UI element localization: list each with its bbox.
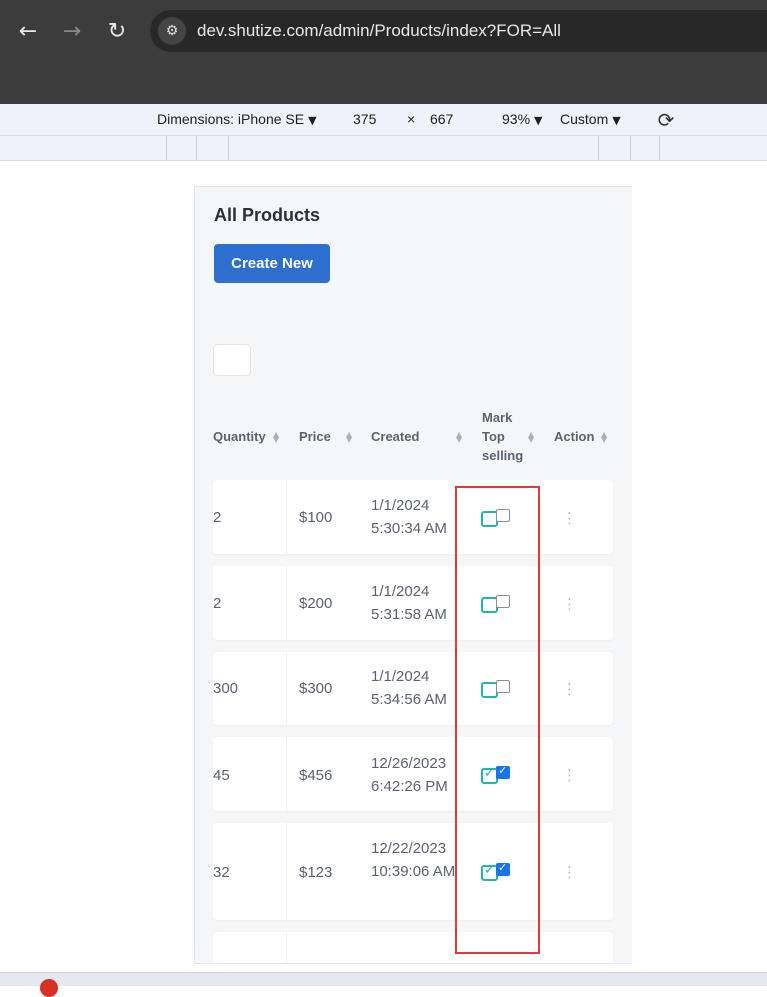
device-width-input[interactable]: 375 [353,111,376,127]
quantity-cell: 300 [213,680,239,697]
header-action[interactable]: Action [554,427,594,446]
table-row: 32 $123 12/22/2023 10:39:06 AM ⋮ [213,823,613,920]
price-cell: $456 [299,767,333,784]
throttle-select[interactable]: Custom ▼ [560,111,621,127]
products-card: All Products Create New Quantity ▲ ▼ Pric… [194,186,632,964]
zoom-select[interactable]: 93% ▼ [502,111,543,127]
device-dimensions-select[interactable]: Dimensions: iPhone SE ▼ [157,111,317,127]
device-dimensions-label: Dimensions: iPhone SE [157,111,305,127]
created-cell: 12/26/2023 6:42:26 PM [371,755,448,795]
table-row: 2 $100 1/1/2024 5:30:34 AM ⋮ [213,480,613,554]
device-height-input[interactable]: 667 [430,111,453,127]
address-bar[interactable]: ⚙ dev.shutize.com/admin/Products/index?F… [150,10,767,52]
times-icon: × [407,111,416,127]
price-cell: $123 [299,864,333,881]
more-actions-icon[interactable]: ⋮ [562,511,577,526]
sort-icon[interactable]: ▲ ▼ [273,431,279,444]
url-text[interactable]: dev.shutize.com/admin/Products/index?FOR… [197,21,561,41]
more-actions-icon[interactable]: ⋮ [562,768,577,783]
chevron-down-icon: ▼ [308,114,317,127]
sort-icon[interactable]: ▲ ▼ [601,431,607,444]
chevron-down-icon: ▼ [534,114,543,127]
bottom-panel-edge [0,972,767,997]
created-cell: 1/1/2024 5:34:56 AM [371,668,447,708]
price-cell: $200 [299,595,333,612]
sort-icon[interactable]: ▲ ▼ [528,431,534,444]
device-toolbar: Dimensions: iPhone SE ▼ 375 × 667 93% ▼ Cu… [0,104,767,136]
rotate-icon[interactable]: ⟳ [654,108,678,132]
price-cell: $300 [299,680,333,697]
more-actions-icon[interactable]: ⋮ [562,682,577,697]
more-actions-icon[interactable]: ⋮ [562,865,577,880]
sort-icon[interactable]: ▲ ▼ [456,431,462,444]
created-cell: 12/22/2023 10:39:06 AM [371,840,456,880]
site-settings-icon[interactable]: ⚙ [158,17,186,45]
page-title: All Products [214,205,321,225]
created-cell: 1/1/2024 5:31:58 AM [371,583,447,623]
create-new-button[interactable]: Create New [214,244,330,283]
throttle-label: Custom [560,111,609,127]
browser-toolbar: ← → ↻ ⚙ dev.shutize.com/admin/Products/i… [0,0,767,104]
quantity-cell: 45 [213,767,230,784]
chevron-down-icon: ▼ [612,114,621,127]
highlight-box [455,486,540,954]
quantity-cell: 32 [213,864,230,881]
reload-icon[interactable]: ↻ [105,20,129,44]
quantity-cell: 2 [213,509,222,526]
back-icon[interactable]: ← [16,20,40,44]
zoom-label: 93% [502,111,531,127]
table-row [213,932,613,963]
sort-icon[interactable]: ▲ ▼ [346,431,352,444]
header-created[interactable]: Created [371,427,419,446]
media-query-ruler [0,136,767,161]
search-input[interactable] [213,344,251,376]
table-row: 300 $300 1/1/2024 5:34:56 AM ⋮ [213,652,613,725]
error-badge-icon [40,979,58,997]
table-row: 45 $456 12/26/2023 6:42:26 PM ⋮ [213,737,613,811]
created-cell: 1/1/2024 5:30:34 AM [371,497,447,537]
price-cell: $100 [299,509,333,526]
forward-icon[interactable]: → [60,20,84,44]
header-price[interactable]: Price [299,427,331,446]
header-mark-top-selling[interactable]: Mark Top selling [482,408,530,465]
quantity-cell: 2 [213,595,222,612]
more-actions-icon[interactable]: ⋮ [562,597,577,612]
device-viewport: All Products Create New Quantity ▲ ▼ Pric… [0,161,767,972]
table-row: 2 $200 1/1/2024 5:31:58 AM ⋮ [213,566,613,640]
header-quantity[interactable]: Quantity [213,427,266,446]
